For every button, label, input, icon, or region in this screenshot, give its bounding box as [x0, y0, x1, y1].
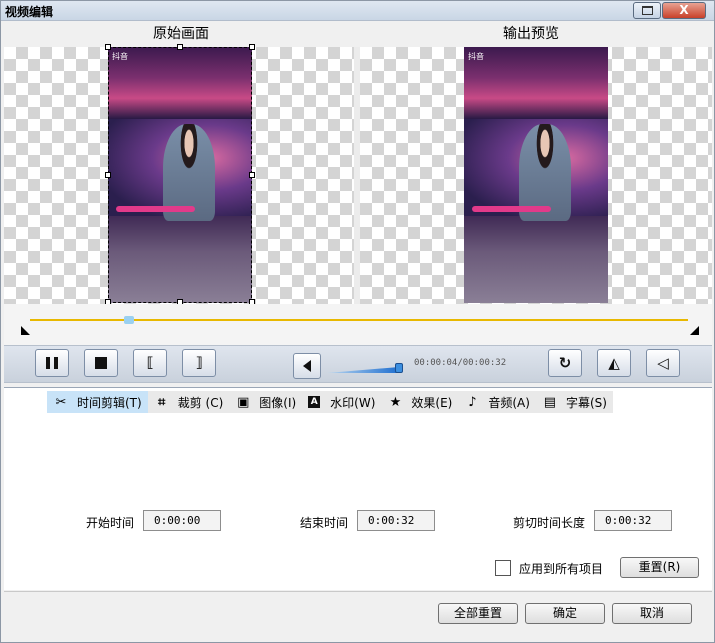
crop-handle-top-right[interactable]: [249, 44, 255, 50]
rotate-button[interactable]: ↻: [548, 349, 582, 377]
tab-crop[interactable]: ⌗ 裁剪 (C): [147, 391, 230, 413]
volume-knob[interactable]: [395, 363, 403, 373]
start-time-field[interactable]: 0:00:00: [143, 510, 221, 531]
tab-watermark[interactable]: A 水印(W): [302, 391, 382, 413]
video-edit-window: 视频编辑 X 原始画面 输出预览 抖音 抖音 ⟦ ⟧ 00:00:04/00:0…: [0, 0, 715, 643]
ok-button[interactable]: 确定: [525, 603, 605, 624]
title-bar: 视频编辑 X: [1, 1, 714, 21]
flip-horizontal-icon: ◭: [608, 354, 620, 372]
tab-audio[interactable]: ♪ 音频(A): [458, 391, 536, 413]
crop-selection[interactable]: [108, 47, 252, 303]
window-title: 视频编辑: [5, 5, 54, 19]
edit-tabs: ✂ 时间剪辑(T) ⌗ 裁剪 (C) ▣ 图像(I) A 水印(W) ★ 效果(…: [47, 391, 613, 413]
end-time-field[interactable]: 0:00:32: [357, 510, 435, 531]
crop-icon: ⌗: [158, 394, 166, 410]
crop-handle-top[interactable]: [177, 44, 183, 50]
tab-label: 音频(A): [488, 395, 530, 410]
mark-out-icon: ⟧: [195, 355, 203, 371]
timecode-display: 00:00:04/00:00:32: [414, 358, 507, 368]
trim-length-label: 剪切时间长度: [513, 516, 586, 530]
tab-label: 时间剪辑(T): [77, 395, 142, 410]
set-end-button[interactable]: ⟧: [182, 349, 216, 377]
edit-panel: [4, 387, 712, 590]
playhead[interactable]: [123, 316, 134, 324]
crop-handle-right[interactable]: [249, 172, 255, 178]
pause-icon: [46, 357, 58, 369]
tab-image[interactable]: ▣ 图像(I): [229, 391, 303, 413]
watermark-icon: A: [308, 396, 321, 408]
flip-vertical-icon: ◁: [657, 354, 669, 372]
pause-button[interactable]: [35, 349, 69, 377]
image-icon: ▣: [237, 394, 250, 410]
start-time-label: 开始时间: [86, 516, 135, 530]
timeline-area: [4, 304, 712, 346]
trim-start-marker[interactable]: [21, 326, 30, 335]
tab-label: 字幕(S): [565, 395, 607, 410]
tab-label: 图像(I): [259, 395, 297, 410]
set-start-button[interactable]: ⟦: [133, 349, 167, 377]
stop-button[interactable]: [84, 349, 118, 377]
stop-icon: [95, 357, 107, 369]
tab-label: 裁剪 (C): [177, 395, 224, 410]
output-video-frame: 抖音: [464, 47, 608, 303]
close-button[interactable]: X: [662, 2, 706, 19]
tab-label: 效果(E): [411, 395, 453, 410]
end-time-label: 结束时间: [300, 516, 349, 530]
rotate-icon: ↻: [558, 354, 572, 372]
speaker-icon: [303, 360, 311, 372]
tab-label: 水印(W): [330, 395, 376, 410]
volume-slider[interactable]: [327, 361, 403, 373]
crop-handle-left[interactable]: [105, 172, 111, 178]
tab-effects[interactable]: ★ 效果(E): [381, 391, 459, 413]
tab-subtitles[interactable]: ▤ 字幕(S): [535, 391, 613, 413]
cancel-button[interactable]: 取消: [612, 603, 692, 624]
tab-trim[interactable]: ✂ 时间剪辑(T): [47, 391, 148, 413]
mark-in-icon: ⟦: [146, 355, 154, 371]
apply-all-checkbox[interactable]: [495, 560, 511, 576]
output-preview-title: 输出预览: [503, 26, 559, 42]
volume-fill: [327, 367, 400, 373]
original-preview-title: 原始画面: [153, 26, 209, 42]
crop-handle-top-left[interactable]: [105, 44, 111, 50]
trim-end-marker[interactable]: [690, 326, 699, 335]
maximize-button[interactable]: [633, 2, 661, 19]
music-note-icon: ♪: [468, 394, 477, 410]
reset-all-button[interactable]: 全部重置: [438, 603, 518, 624]
reset-button[interactable]: 重置(R): [620, 557, 699, 578]
video-caption-bar: [472, 205, 552, 212]
dialog-footer: [4, 591, 712, 642]
subtitle-icon: ▤: [543, 394, 557, 410]
volume-button[interactable]: [293, 353, 321, 379]
flip-horizontal-button[interactable]: ◭: [597, 349, 631, 377]
star-icon: ★: [389, 394, 402, 410]
flip-vertical-button[interactable]: ◁: [646, 349, 680, 377]
apply-all-label: 应用到所有项目: [519, 562, 604, 576]
trim-length-field[interactable]: 0:00:32: [594, 510, 672, 531]
scissors-icon: ✂: [55, 394, 67, 410]
maximize-icon: [642, 6, 653, 15]
video-watermark: 抖音: [468, 52, 484, 61]
